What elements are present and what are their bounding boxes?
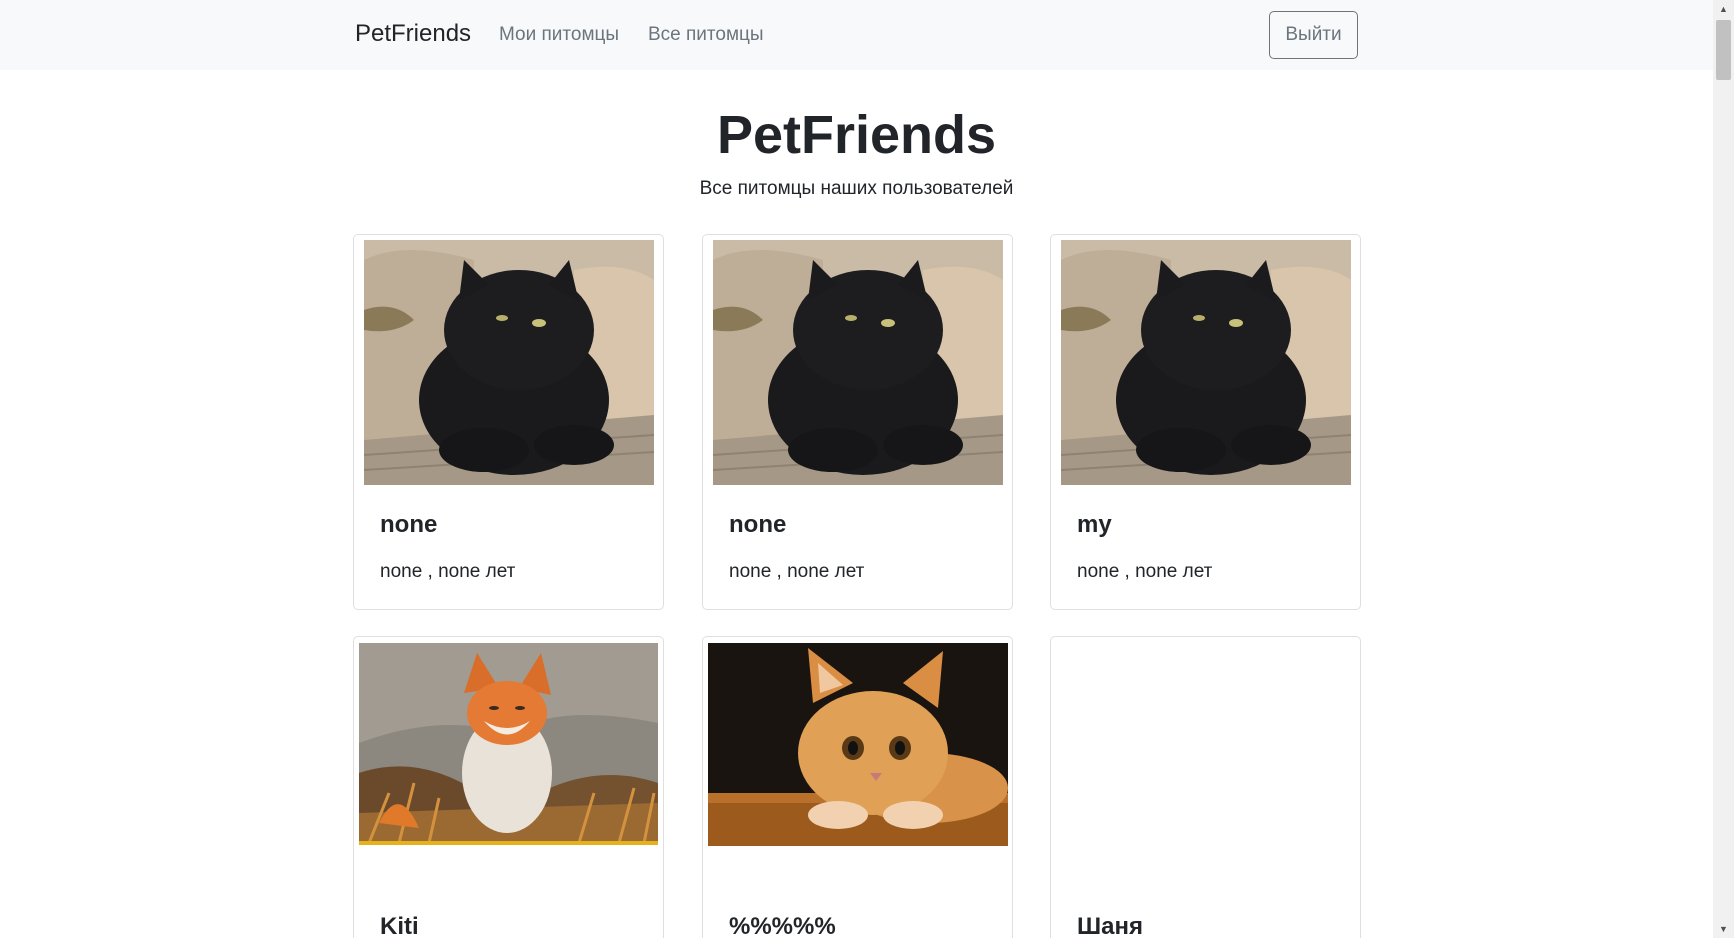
vertical-scrollbar[interactable]: ▲ ▼ xyxy=(1713,0,1734,938)
pet-photo-black-cat xyxy=(364,240,654,485)
nav-link-all-pets[interactable]: Все питомцы xyxy=(648,24,764,46)
pet-card[interactable]: my none , none лет xyxy=(1050,234,1361,610)
pet-type-age: none , none лет xyxy=(380,561,516,582)
pet-name: none xyxy=(729,511,787,538)
logout-button[interactable]: Выйти xyxy=(1269,11,1358,59)
page-title: PetFriends xyxy=(716,105,997,165)
nav-link-my-pets[interactable]: Мои питомцы xyxy=(499,24,619,46)
scroll-down-arrow-icon[interactable]: ▼ xyxy=(1713,920,1734,938)
pet-name: my xyxy=(1077,511,1112,538)
pet-photo-black-cat xyxy=(713,240,1003,485)
pet-card[interactable]: Шаня xyxy=(1050,636,1361,938)
pet-card[interactable]: none none , none лет xyxy=(702,234,1013,610)
pet-card[interactable]: none none , none лет xyxy=(353,234,664,610)
scroll-up-arrow-icon[interactable]: ▲ xyxy=(1713,0,1734,18)
navbar-brand[interactable]: PetFriends xyxy=(355,20,471,48)
pet-photo-ginger-kitten xyxy=(708,643,1008,846)
page-subtitle: Все питомцы наших пользователей xyxy=(699,178,1014,199)
pet-type-age: none , none лет xyxy=(729,561,865,582)
pet-photo-black-cat xyxy=(1061,240,1351,485)
pet-type-age: none , none лет xyxy=(1077,561,1213,582)
pet-name: %%%%% xyxy=(729,913,836,938)
pet-card[interactable]: %%%%% xyxy=(702,636,1013,938)
scrollbar-thumb[interactable] xyxy=(1716,20,1731,80)
navbar: PetFriends Мои питомцы Все питомцы Выйти xyxy=(0,0,1713,70)
pet-name: Шаня xyxy=(1077,913,1143,938)
pet-name: none xyxy=(380,511,438,538)
pet-name: Kiti xyxy=(380,913,419,938)
pet-card[interactable]: Kiti xyxy=(353,636,664,938)
pet-photo-fox-painting xyxy=(359,643,658,845)
